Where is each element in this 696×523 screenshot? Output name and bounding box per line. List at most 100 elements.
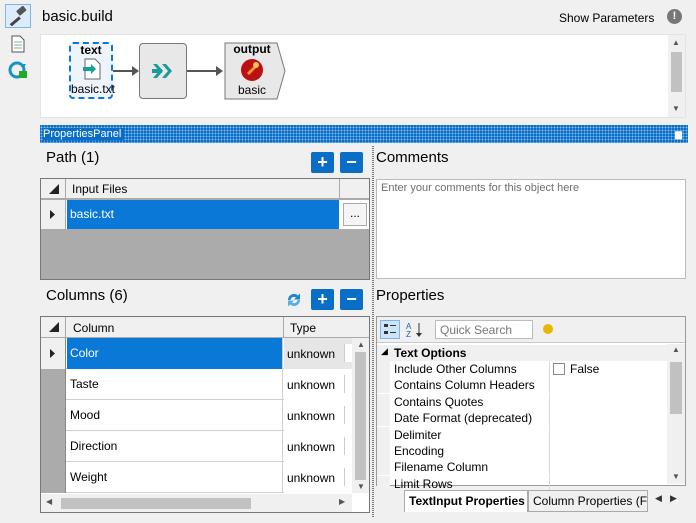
property-row[interactable]: Filename Column [377,459,667,476]
column-row[interactable]: Color unknown [41,338,352,369]
column-name: Taste [70,377,99,391]
property-row[interactable]: Include Other Columns False [377,361,667,377]
property-row[interactable]: Date Format (deprecated) [377,410,667,427]
column-name-cell[interactable]: Color [67,338,283,369]
row-header[interactable] [41,462,66,493]
type-dropdown-button[interactable] [344,375,352,393]
columns-vscroll[interactable]: ▲ ▼ [352,338,369,493]
quick-search-input[interactable]: Quick Search [435,320,533,339]
categorized-view-icon[interactable] [380,320,400,339]
property-value[interactable] [549,426,667,443]
remove-column-button[interactable]: − [340,289,363,310]
path-row[interactable]: basic.txt ... [41,200,369,229]
document-icon[interactable] [5,32,31,56]
scroll-right-icon[interactable]: ▶ [339,497,345,506]
property-value[interactable] [549,459,667,476]
path-value-cell[interactable]: basic.txt [67,200,339,229]
hammer-icon[interactable] [5,4,31,28]
type-dropdown-button[interactable] [344,468,352,486]
flow-node-text-input[interactable]: text basic.txt [69,42,115,99]
type-dropdown-button[interactable] [344,406,352,424]
column-name-cell[interactable]: Direction [67,431,283,462]
scroll-down-icon[interactable]: ▼ [357,482,365,491]
column-type-cell[interactable]: unknown [284,400,352,431]
property-value[interactable] [549,377,667,394]
add-path-button[interactable]: + [311,152,334,173]
column-type-cell[interactable]: unknown [284,369,352,400]
comments-input[interactable]: Enter your comments for this object here [376,179,686,279]
column-name-cell[interactable]: Weight [67,462,283,493]
properties-tabs: TextInput Properties Column Properties (… [376,490,688,514]
scroll-left-icon[interactable]: ◀ [46,497,52,506]
help-icon[interactable] [543,324,553,334]
info-icon[interactable]: ! [667,9,682,24]
flow-canvas[interactable]: text basic.txt output basic ▲ ▼ [40,34,686,118]
path-grid-header: Input Files [41,179,369,199]
flow-node-transform[interactable] [139,43,187,99]
scroll-thumb[interactable] [671,52,682,92]
select-all-corner[interactable] [41,317,66,338]
vertical-splitter[interactable] [372,146,374,518]
sort-alphabetical-icon[interactable]: AZ [404,320,426,339]
scroll-down-icon[interactable]: ▼ [672,104,680,113]
row-header[interactable] [41,431,66,462]
scroll-thumb[interactable] [670,362,682,414]
property-value[interactable] [549,393,667,410]
canvas-scrollbar[interactable]: ▲ ▼ [668,35,685,117]
column-type-cell[interactable]: unknown [284,462,352,493]
type-dropdown-button[interactable] [344,344,352,362]
add-column-button[interactable]: + [311,289,334,310]
browse-button[interactable]: ... [343,203,367,226]
column-type-cell[interactable]: unknown [284,431,352,462]
column-row[interactable]: Direction unknown [41,431,352,462]
property-category[interactable]: ◢ Text Options [377,345,667,361]
refresh-columns-icon[interactable] [285,291,303,312]
column-name-cell[interactable]: Mood [67,400,283,431]
select-all-corner[interactable] [41,179,66,199]
column-row[interactable]: Weight unknown [41,462,352,493]
tab-column-properties[interactable]: Column Properties (F [528,490,648,512]
columns-hscroll[interactable]: ◀ ▶ [41,494,352,512]
scroll-up-icon[interactable]: ▲ [357,340,365,349]
property-grid-toolbar: AZ Quick Search [377,317,685,343]
tab-scroll-right-icon[interactable]: ▶ [670,493,677,504]
row-gutter [377,361,390,377]
property-row[interactable]: Contains Column Headers [377,377,667,394]
column-type-header[interactable]: Type [290,321,316,335]
tab-scroll-left-icon[interactable]: ◀ [655,493,662,504]
property-row[interactable]: Encoding [377,443,667,459]
row-header[interactable] [41,400,66,431]
column-name-header[interactable]: Column [73,321,114,335]
scroll-thumb[interactable] [355,352,366,480]
tab-textinput-properties[interactable]: TextInput Properties [404,490,528,512]
show-parameters-link[interactable]: Show Parameters [559,11,654,25]
collapse-icon[interactable]: ◢ [381,346,388,357]
column-type-cell[interactable]: unknown [284,338,352,369]
property-value[interactable]: False [549,361,667,377]
connector-line [187,70,217,72]
scroll-up-icon[interactable]: ▲ [672,345,680,354]
input-files-header[interactable]: Input Files [72,182,127,196]
properties-vscroll[interactable]: ▲ ▼ [667,344,685,484]
property-row[interactable]: Delimiter [377,426,667,443]
property-row[interactable]: Contains Quotes [377,393,667,410]
pin-icon[interactable]: ▆ [675,125,682,143]
scroll-thumb[interactable] [61,498,251,509]
remove-path-button[interactable]: − [340,152,363,173]
column-row[interactable]: Mood unknown [41,400,352,431]
include-other-columns-checkbox[interactable] [553,363,565,375]
refresh-run-icon[interactable] [5,58,31,82]
column-row[interactable]: Taste unknown [41,369,352,400]
property-grid: AZ Quick Search ◢ Text Options Include O… [376,316,686,492]
scroll-up-icon[interactable]: ▲ [672,38,680,47]
node-type-label: output [233,42,271,56]
column-name-cell[interactable]: Taste [67,369,283,400]
row-header[interactable] [41,369,66,400]
row-header[interactable] [41,200,66,229]
row-gutter [377,377,390,394]
property-value[interactable] [549,410,667,427]
property-value[interactable] [549,443,667,459]
row-header[interactable] [41,338,66,369]
scroll-down-icon[interactable]: ▼ [672,472,680,481]
type-dropdown-button[interactable] [344,437,352,455]
